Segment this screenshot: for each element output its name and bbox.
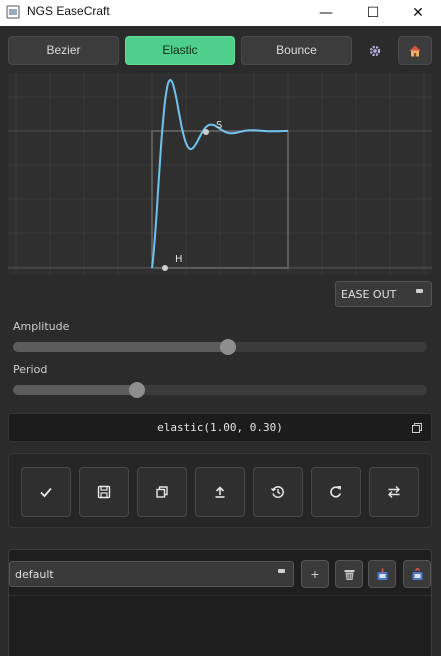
delete-preset-button[interactable] [335,560,363,588]
dropdown-arrow-icon [278,569,285,573]
start-handle[interactable] [162,265,168,271]
check-icon [40,487,52,498]
gear-icon [369,45,381,56]
mode-bounce-button[interactable]: Bounce [241,36,352,65]
export-preset-icon [412,567,422,580]
export-preset-button[interactable] [403,560,431,588]
preset-divider [9,595,431,596]
title-bar: NGS EaseCraft — ☐ ✕ [0,0,441,26]
amplitude-label: Amplitude [13,320,70,333]
end-handle-label: S [216,120,222,131]
redo-icon [330,486,342,498]
apply-button[interactable] [21,467,71,517]
end-handle[interactable] [203,129,209,135]
swap-icon [388,486,400,498]
export-button[interactable] [195,467,245,517]
maximize-button[interactable]: ☐ [350,0,396,26]
curve-graph: H S [8,73,432,275]
window-title: NGS EaseCraft [27,4,110,18]
amplitude-slider[interactable] [13,339,427,355]
export-icon [215,486,225,498]
save-icon [97,485,111,499]
copy-icon[interactable] [412,423,422,433]
add-preset-label: + [310,567,320,581]
period-slider-fill [13,385,137,395]
trash-icon [344,569,354,580]
curve-editor[interactable]: H S [8,73,432,275]
expression-text: elastic(1.00, 0.30) [157,421,283,434]
add-preset-button[interactable]: + [301,560,329,588]
dropdown-arrow-icon [416,289,423,293]
close-button[interactable]: ✕ [395,0,441,26]
minimize-button[interactable]: — [303,0,349,26]
ease-mode-value: EASE OUT [341,288,397,301]
duplicate-icon [156,486,168,498]
save-button[interactable] [79,467,129,517]
import-icon [377,568,387,580]
grid [8,73,432,275]
start-handle-label: H [175,254,183,265]
preset-dropdown[interactable]: default [9,561,294,587]
period-slider[interactable] [13,382,427,398]
period-slider-thumb[interactable] [129,382,145,398]
period-label: Period [13,363,48,376]
import-preset-button[interactable] [368,560,396,588]
duplicate-button[interactable] [137,467,187,517]
amplitude-slider-fill [13,342,228,352]
history-button[interactable] [253,467,303,517]
mode-bezier-button[interactable]: Bezier [8,36,119,65]
home-button[interactable] [398,36,432,65]
history-icon [270,486,284,498]
mode-elastic-button[interactable]: Elastic [125,36,235,65]
settings-button[interactable] [360,36,390,65]
action-toolbar [8,453,432,528]
house-icon [409,45,421,56]
ease-mode-dropdown[interactable]: EASE OUT [335,281,432,307]
redo-button[interactable] [311,467,361,517]
swap-button[interactable] [369,467,419,517]
amplitude-slider-thumb[interactable] [220,339,236,355]
preset-value: default [15,568,54,581]
app-icon [6,5,20,19]
expression-field[interactable]: elastic(1.00, 0.30) [8,413,432,442]
